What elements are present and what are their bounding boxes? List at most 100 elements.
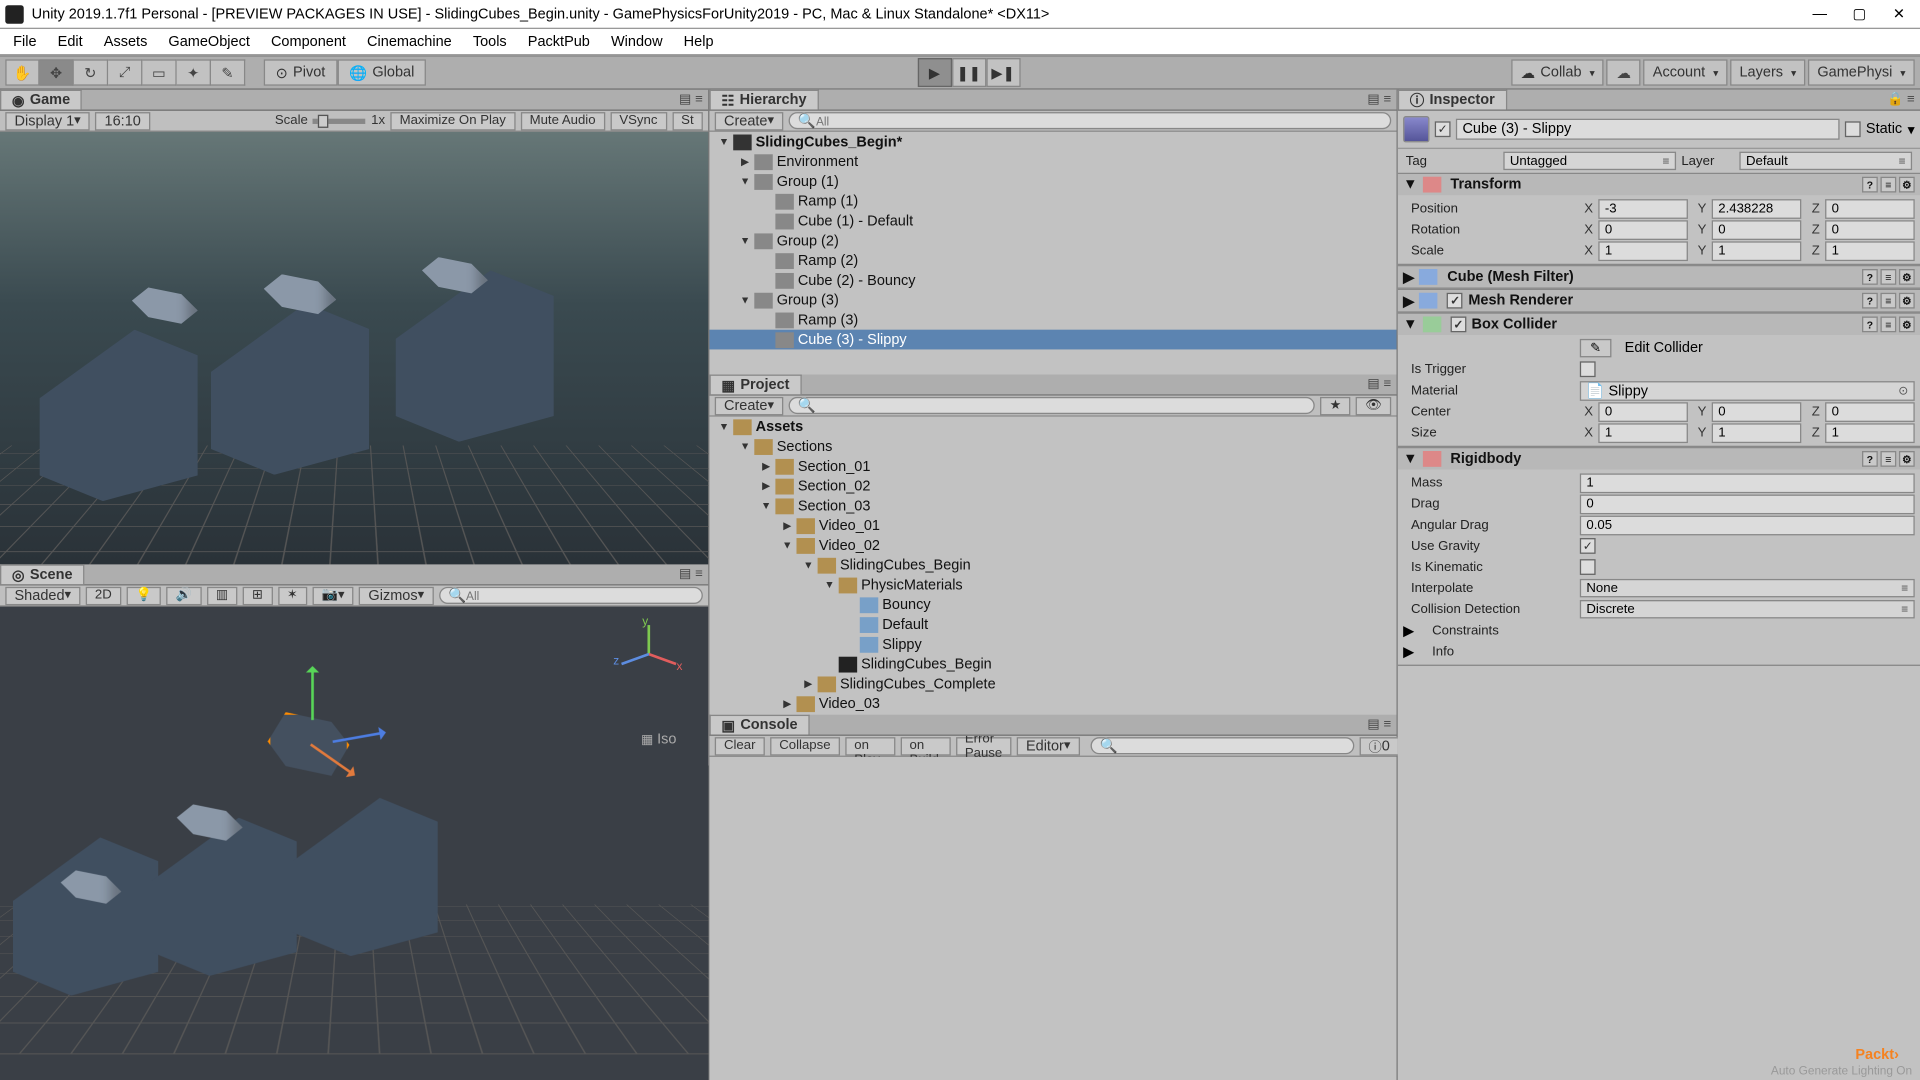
play-button[interactable]: ▶	[917, 58, 951, 87]
console-error-pause[interactable]: Error Pause	[956, 736, 1012, 754]
move-tool-icon[interactable]: ✥	[40, 59, 74, 85]
console-tab-header[interactable]: ▣ Console	[709, 715, 809, 735]
static-checkbox[interactable]	[1845, 121, 1861, 137]
stats-toggle[interactable]: St	[672, 111, 703, 129]
project-search-input[interactable]	[816, 399, 1306, 412]
foldout-icon[interactable]	[844, 638, 857, 651]
menu-window[interactable]: Window	[600, 29, 673, 54]
foldout-icon[interactable]: ▼	[802, 558, 815, 571]
foldout-icon[interactable]: ▼	[738, 293, 751, 306]
preset-icon[interactable]: ≡	[1880, 316, 1896, 332]
center-z[interactable]: 0	[1825, 402, 1915, 422]
angular-drag-field[interactable]: 0.05	[1580, 515, 1915, 535]
custom-tool-icon[interactable]: ✎	[211, 59, 245, 85]
console-clear-play[interactable]: Clear on Play	[845, 736, 895, 754]
mute-audio[interactable]: Mute Audio	[520, 111, 604, 129]
tree-row[interactable]: ▼PhysicMaterials	[709, 575, 1396, 595]
gear-icon[interactable]: ⚙	[1899, 177, 1915, 193]
help-icon[interactable]: ?	[1862, 293, 1878, 309]
tree-row[interactable]: ▼SlidingCubes_Begin*	[709, 132, 1396, 152]
pos-z[interactable]: 0	[1825, 198, 1915, 218]
maximize-icon[interactable]: ▢	[1851, 6, 1867, 22]
foldout-icon[interactable]: ▼	[738, 234, 751, 247]
project-create[interactable]: Create ▾	[715, 396, 784, 414]
aspect-dropdown[interactable]: 16:10	[95, 111, 150, 129]
rot-y[interactable]: 0	[1712, 220, 1802, 240]
game-viewport[interactable]	[0, 132, 708, 565]
collider-enabled[interactable]: ✓	[1450, 316, 1466, 332]
hand-tool-icon[interactable]: ✋	[5, 59, 39, 85]
rot-z[interactable]: 0	[1825, 220, 1915, 240]
console-search[interactable]: 🔍	[1090, 737, 1354, 754]
menu-tools[interactable]: Tools	[462, 29, 517, 54]
panel-menu-icon[interactable]: ▤ ≡	[1367, 717, 1391, 732]
step-button[interactable]: ▶❚	[986, 58, 1020, 87]
light-toggle-icon[interactable]: 💡	[126, 586, 161, 604]
panel-menu-icon[interactable]: ▤ ≡	[679, 92, 703, 107]
foldout-icon[interactable]: ▼	[738, 440, 751, 453]
scl-x[interactable]: 1	[1598, 241, 1688, 261]
tag-dropdown[interactable]: Untagged	[1503, 152, 1676, 170]
iso-label[interactable]: ▦ Iso	[641, 732, 677, 748]
object-name-field[interactable]: Cube (3) - Slippy	[1456, 119, 1840, 140]
gizmos-dropdown[interactable]: Gizmos ▾	[359, 586, 433, 604]
rect-tool-icon[interactable]: ▭	[142, 59, 176, 85]
foldout-icon[interactable]	[760, 313, 773, 326]
tree-row[interactable]: ▼Group (3)	[709, 290, 1396, 310]
tree-row[interactable]: Ramp (1)	[709, 191, 1396, 211]
two-d-toggle[interactable]: 2D	[86, 586, 121, 604]
foldout-icon[interactable]: ▶	[802, 677, 815, 690]
tree-row[interactable]: ▼SlidingCubes_Begin	[709, 555, 1396, 575]
foldout-icon[interactable]: ▼	[823, 578, 836, 591]
tree-row[interactable]: ▶Environment	[709, 152, 1396, 172]
menu-component[interactable]: Component	[260, 29, 356, 54]
center-y[interactable]: 0	[1712, 402, 1802, 422]
tree-row[interactable]: Cube (1) - Default	[709, 211, 1396, 231]
foldout-icon[interactable]: ▼	[738, 175, 751, 188]
cube-icon[interactable]	[1403, 116, 1429, 142]
drag-field[interactable]: 0	[1580, 494, 1915, 514]
center-x[interactable]: 0	[1598, 402, 1688, 422]
pos-x[interactable]: -3	[1598, 198, 1688, 218]
panel-menu-icon[interactable]: ▤ ≡	[679, 567, 703, 582]
console-clear-build[interactable]: Clear on Build	[900, 736, 950, 754]
scene-search-input[interactable]	[466, 589, 694, 602]
use-gravity-checkbox[interactable]: ✓	[1580, 538, 1596, 554]
transform-tool-icon[interactable]: ✦	[177, 59, 211, 85]
layout-dropdown[interactable]: GamePhysi	[1808, 59, 1915, 85]
preset-icon[interactable]: ≡	[1880, 177, 1896, 193]
foldout-icon[interactable]: ▶	[781, 519, 794, 532]
menu-help[interactable]: Help	[673, 29, 724, 54]
snap2-icon[interactable]: ✶	[278, 586, 308, 604]
foldout-icon[interactable]	[844, 598, 857, 611]
foldout-icon[interactable]: ▶	[781, 697, 794, 710]
expand-icon[interactable]: ▶	[1403, 643, 1419, 660]
tree-row[interactable]: Slippy	[709, 634, 1396, 654]
foldout-icon[interactable]	[823, 657, 836, 670]
tree-row[interactable]: ▶Video_01	[709, 516, 1396, 536]
tree-row[interactable]: ▼Group (2)	[709, 231, 1396, 251]
layer-dropdown[interactable]: Default	[1739, 152, 1912, 170]
hierarchy-tab-header[interactable]: ☷ Hierarchy	[709, 90, 818, 110]
tree-row[interactable]: ▼Assets	[709, 417, 1396, 437]
foldout-icon[interactable]: ▶	[738, 155, 751, 168]
tree-row[interactable]: Cube (3) - Slippy	[709, 330, 1396, 350]
tree-row[interactable]: Ramp (2)	[709, 251, 1396, 271]
game-tab-header[interactable]: ◉ Game	[0, 90, 82, 110]
tree-row[interactable]: Bouncy	[709, 595, 1396, 615]
foldout-icon[interactable]: ▶	[760, 479, 773, 492]
account-dropdown[interactable]: Account	[1644, 59, 1728, 85]
tree-row[interactable]: Cube (2) - Bouncy	[709, 270, 1396, 290]
panel-menu-icon[interactable]: ▤ ≡	[1367, 377, 1391, 392]
preset-icon[interactable]: ≡	[1880, 451, 1896, 467]
console-clear[interactable]: Clear	[715, 736, 765, 754]
menu-file[interactable]: File	[3, 29, 47, 54]
console-info-count[interactable]: ⓘ 0	[1359, 736, 1399, 754]
orientation-gizmo-icon[interactable]: y x z	[618, 622, 681, 685]
foldout-icon[interactable]	[760, 195, 773, 208]
help-icon[interactable]: ?	[1862, 269, 1878, 285]
tree-row[interactable]: ▼Sections	[709, 436, 1396, 456]
project-tab-header[interactable]: ▦ Project	[709, 375, 801, 395]
menu-assets[interactable]: Assets	[93, 29, 158, 54]
renderer-enabled[interactable]: ✓	[1447, 293, 1463, 309]
